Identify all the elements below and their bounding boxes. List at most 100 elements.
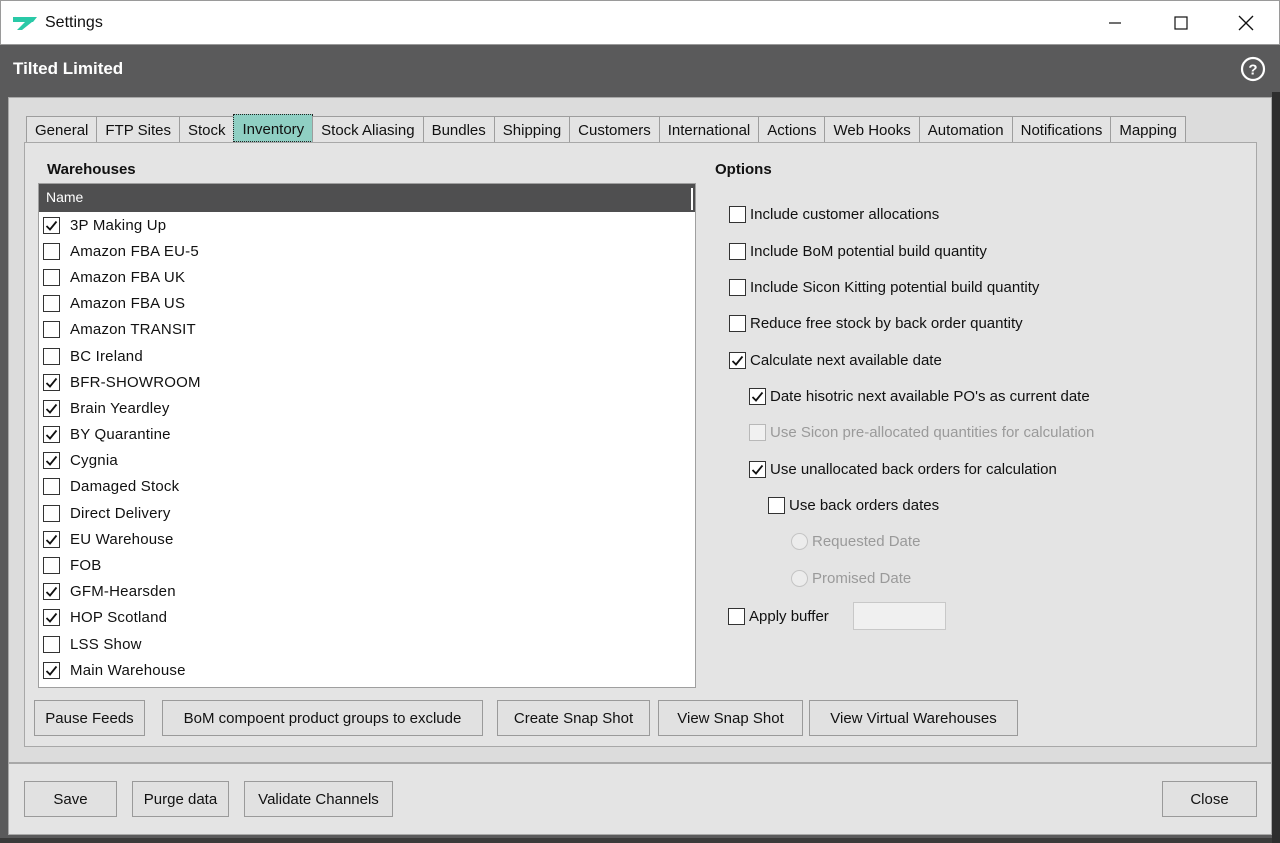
warehouse-checkbox[interactable] <box>43 478 60 496</box>
tab-inventory[interactable]: Inventory <box>233 114 314 142</box>
option-use-unallocated-back-orders[interactable]: Use unallocated back orders for calculat… <box>749 461 1057 478</box>
warehouse-checkbox[interactable] <box>43 504 60 522</box>
column-separator <box>691 188 693 210</box>
warehouse-row[interactable]: Amazon FBA EU-5 <box>39 238 695 264</box>
warehouse-row[interactable]: BFR-SHOWROOM <box>39 369 695 395</box>
maximize-button[interactable] <box>1148 1 1214 45</box>
warehouse-name: Damaged Stock <box>70 478 180 496</box>
option-label: Calculate next available date <box>750 352 942 369</box>
validate-channels-button[interactable]: Validate Channels <box>244 781 393 817</box>
tab-mapping[interactable]: Mapping <box>1110 116 1186 143</box>
warehouse-row[interactable]: HOP Scotland <box>39 605 695 631</box>
option-label: Use unallocated back orders for calculat… <box>770 461 1057 478</box>
warehouse-checkbox[interactable] <box>43 635 60 653</box>
bom-exclude-button[interactable]: BoM compoent product groups to exclude <box>162 700 483 736</box>
buffer-input[interactable] <box>853 602 946 630</box>
help-icon[interactable]: ? <box>1240 56 1266 82</box>
checkbox[interactable] <box>729 243 746 260</box>
warehouse-checkbox[interactable] <box>43 583 60 601</box>
checkbox[interactable] <box>768 497 785 514</box>
warehouse-row[interactable]: 3P Making Up <box>39 212 695 238</box>
option-include-sicon-kitting[interactable]: Include Sicon Kitting potential build qu… <box>729 279 1039 296</box>
checkbox[interactable] <box>729 352 746 369</box>
tab-customers[interactable]: Customers <box>569 116 660 143</box>
tab-web-hooks[interactable]: Web Hooks <box>824 116 920 143</box>
option-apply-buffer[interactable]: Apply buffer <box>728 608 829 625</box>
warehouse-row[interactable]: GFM-Hearsden <box>39 579 695 605</box>
warehouse-checkbox[interactable] <box>43 426 60 444</box>
close-button[interactable]: Close <box>1162 781 1257 817</box>
warehouse-row[interactable]: Damaged Stock <box>39 474 695 500</box>
warehouse-checkbox[interactable] <box>43 216 60 234</box>
options-label: Options <box>715 161 772 178</box>
option-include-customer-allocations[interactable]: Include customer allocations <box>729 206 939 223</box>
save-button[interactable]: Save <box>24 781 117 817</box>
warehouse-row[interactable]: FOB <box>39 552 695 578</box>
warehouse-checkbox[interactable] <box>43 242 60 260</box>
warehouse-row[interactable]: Amazon TRANSIT <box>39 317 695 343</box>
tab-ftp-sites[interactable]: FTP Sites <box>96 116 180 143</box>
option-label: Use back orders dates <box>789 497 940 514</box>
option-label: Requested Date <box>812 533 921 550</box>
warehouse-checkbox[interactable] <box>43 557 60 575</box>
tab-stock[interactable]: Stock <box>178 116 235 143</box>
checkbox[interactable] <box>749 388 766 405</box>
warehouse-checkbox[interactable] <box>43 609 60 627</box>
warehouse-row[interactable]: BC Ireland <box>39 343 695 369</box>
option-calculate-next-available[interactable]: Calculate next available date <box>729 352 942 369</box>
tab-stock-aliasing[interactable]: Stock Aliasing <box>312 116 424 143</box>
create-snapshot-button[interactable]: Create Snap Shot <box>497 700 650 736</box>
warehouse-checkbox[interactable] <box>43 295 60 313</box>
warehouse-checkbox[interactable] <box>43 399 60 417</box>
checkbox[interactable] <box>729 279 746 296</box>
warehouse-row[interactable]: Amazon FBA UK <box>39 264 695 290</box>
tab-shipping[interactable]: Shipping <box>493 116 571 143</box>
option-reduce-free-stock[interactable]: Reduce free stock by back order quantity <box>729 315 1023 332</box>
option-label: Date hisotric next available PO's as cur… <box>770 388 1090 405</box>
warehouse-checkbox[interactable] <box>43 452 60 470</box>
pause-feeds-button[interactable]: Pause Feeds <box>34 700 145 736</box>
warehouse-checkbox[interactable] <box>43 530 60 548</box>
warehouse-row[interactable]: Brain Yeardley <box>39 395 695 421</box>
warehouse-list[interactable]: Name 3P Making Up Amazon FBA EU-5 Amazon F… <box>38 183 696 688</box>
window-titlebar: Settings <box>0 0 1280 45</box>
warehouse-checkbox[interactable] <box>43 373 60 391</box>
view-virtual-warehouses-button[interactable]: View Virtual Warehouses <box>809 700 1018 736</box>
checkbox[interactable] <box>749 461 766 478</box>
minimize-button[interactable] <box>1082 1 1148 45</box>
warehouse-row[interactable]: Direct Delivery <box>39 500 695 526</box>
checkbox[interactable] <box>728 608 745 625</box>
warehouse-row[interactable]: Amazon FBA US <box>39 291 695 317</box>
option-use-back-order-dates[interactable]: Use back orders dates <box>768 497 939 514</box>
warehouse-row[interactable]: Main Warehouse <box>39 657 695 683</box>
tab-bundles[interactable]: Bundles <box>422 116 495 143</box>
warehouse-name: BFR-SHOWROOM <box>70 373 201 391</box>
radio-promised-date: Promised Date <box>791 570 911 587</box>
option-date-historic-po[interactable]: Date hisotric next available PO's as cur… <box>749 388 1090 405</box>
warehouse-row[interactable]: BY Quarantine <box>39 422 695 448</box>
tab-automation[interactable]: Automation <box>918 116 1013 143</box>
checkbox[interactable] <box>729 206 746 223</box>
tab-actions[interactable]: Actions <box>758 116 826 143</box>
warehouse-name: 3P Making Up <box>70 216 167 234</box>
tab-general[interactable]: General <box>26 116 98 143</box>
option-include-bom-potential[interactable]: Include BoM potential build quantity <box>729 243 987 260</box>
warehouse-checkbox[interactable] <box>43 661 60 679</box>
warehouse-checkbox[interactable] <box>43 268 60 286</box>
tab-international[interactable]: International <box>658 116 760 143</box>
checkmark-icon <box>731 355 744 366</box>
checkbox[interactable] <box>729 315 746 332</box>
warehouse-row[interactable]: LSS Show <box>39 631 695 657</box>
view-snapshot-button[interactable]: View Snap Shot <box>658 700 803 736</box>
warehouse-row[interactable]: EU Warehouse <box>39 526 695 552</box>
tab-notifications[interactable]: Notifications <box>1011 116 1112 143</box>
option-label: Include BoM potential build quantity <box>750 243 987 260</box>
settings-tabs: General FTP Sites Stock Inventory Stock … <box>26 114 1186 143</box>
purge-data-button[interactable]: Purge data <box>132 781 229 817</box>
warehouse-checkbox[interactable] <box>43 321 60 339</box>
radio-requested-date: Requested Date <box>791 533 920 550</box>
warehouse-row[interactable]: Cygnia <box>39 448 695 474</box>
warehouse-checkbox[interactable] <box>43 347 60 365</box>
close-window-button[interactable] <box>1213 1 1279 45</box>
warehouse-list-header[interactable]: Name <box>39 184 695 212</box>
